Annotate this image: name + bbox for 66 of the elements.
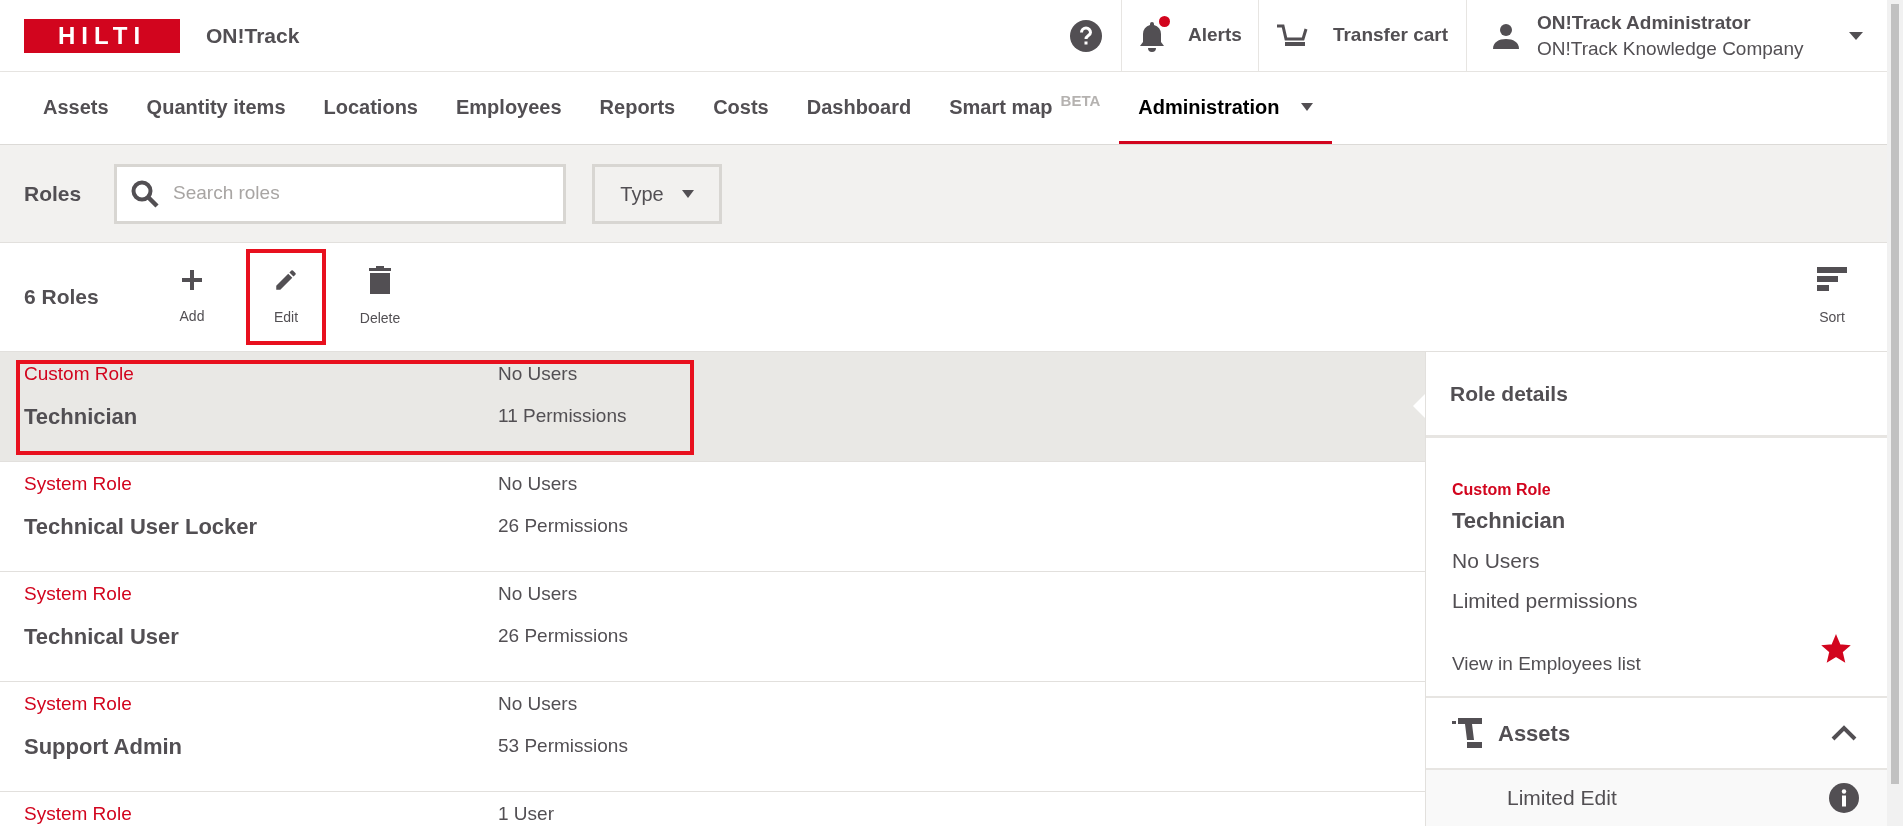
nav-tab[interactable]: Dashboard: [787, 72, 931, 144]
role-name: Support Admin: [24, 732, 184, 761]
permission-label: Limited Edit: [1507, 785, 1618, 812]
pointer-arrow: [1413, 394, 1425, 418]
drill-icon: [1452, 718, 1484, 748]
transfer-cart-button[interactable]: Transfer cart: [1258, 0, 1467, 71]
detail-role-name: Technician: [1452, 507, 1567, 535]
roles-count: 6 Roles: [24, 284, 100, 311]
nav-tab[interactable]: Reports: [580, 72, 695, 144]
chevron-up-icon: [1831, 725, 1857, 741]
trash-icon: [369, 265, 391, 294]
role-permissions: 26 Permissions: [498, 513, 628, 538]
delete-button[interactable]: Delete: [340, 249, 420, 345]
role-name: Technician: [24, 402, 139, 431]
caret-icon: [681, 189, 694, 198]
role-type: System Role: [24, 801, 133, 826]
user-name: ON!Track Administrator: [1537, 10, 1751, 35]
employees-link[interactable]: View in Employees list: [1452, 649, 1641, 678]
role-users: No Users: [498, 361, 578, 386]
role-users: No Users: [498, 471, 578, 496]
role-users: No Users: [498, 581, 578, 606]
panel-title: Role details: [1450, 380, 1568, 407]
beta-label: BETA: [1060, 91, 1101, 111]
nav-tab[interactable]: Locations: [304, 72, 437, 144]
nav-tab[interactable]: Quantity items: [127, 72, 305, 144]
app-name: ON!Track: [206, 22, 300, 49]
bell-icon: [1138, 19, 1166, 52]
search-input[interactable]: Search roles: [173, 179, 549, 208]
role-type: System Role: [24, 471, 133, 496]
role-name: Technical User Locker: [24, 512, 259, 541]
sort-button[interactable]: Sort: [1817, 266, 1847, 328]
nav-tab[interactable]: Costs: [694, 72, 788, 144]
caret-icon: [1849, 31, 1863, 40]
cart-icon: [1276, 22, 1309, 49]
nav-tab[interactable]: Employees: [437, 72, 581, 144]
role-type: System Role: [24, 581, 133, 606]
info-icon[interactable]: [1829, 783, 1859, 813]
star-icon[interactable]: [1821, 634, 1851, 664]
help-icon: [1069, 19, 1102, 52]
company-name: ON!Track Knowledge Company: [1537, 36, 1804, 61]
detail-role-type: Custom Role: [1452, 480, 1552, 500]
type-filter[interactable]: Type: [592, 163, 722, 224]
plus-icon: [180, 267, 204, 292]
user-menu[interactable]: ON!Track Administrator ON!Track Knowledge Company: [1467, 0, 1887, 71]
user-icon: [1493, 22, 1519, 49]
role-users: 1 User: [498, 801, 554, 826]
search-icon: [131, 179, 159, 208]
search-field[interactable]: Search roles: [114, 163, 566, 224]
detail-permissions: Limited permissions: [1452, 587, 1639, 614]
add-button[interactable]: Add: [152, 249, 232, 345]
role-permissions: 26 Permissions: [498, 623, 628, 648]
role-type: Custom Role: [24, 361, 135, 386]
nav-tab[interactable]: Assets: [24, 72, 128, 144]
role-type: System Role: [24, 691, 133, 716]
nav-tab[interactable]: Smart map BETA: [930, 72, 1120, 144]
brand-logo: HILTI: [24, 18, 180, 53]
sort-icon: [1817, 266, 1847, 291]
role-users: No Users: [498, 691, 578, 716]
alerts-button[interactable]: Alerts: [1122, 0, 1259, 71]
detail-users: No Users: [1452, 548, 1541, 574]
role-row[interactable]: Custom Role No Users Technician 11 Permissions: [0, 352, 1425, 462]
page-title: Roles: [24, 180, 83, 207]
role-permissions: 11 Permissions: [498, 403, 627, 428]
edit-button[interactable]: Edit: [246, 249, 326, 345]
role-permissions: 53 Permissions: [498, 733, 628, 758]
role-name: Technical User: [24, 622, 180, 651]
